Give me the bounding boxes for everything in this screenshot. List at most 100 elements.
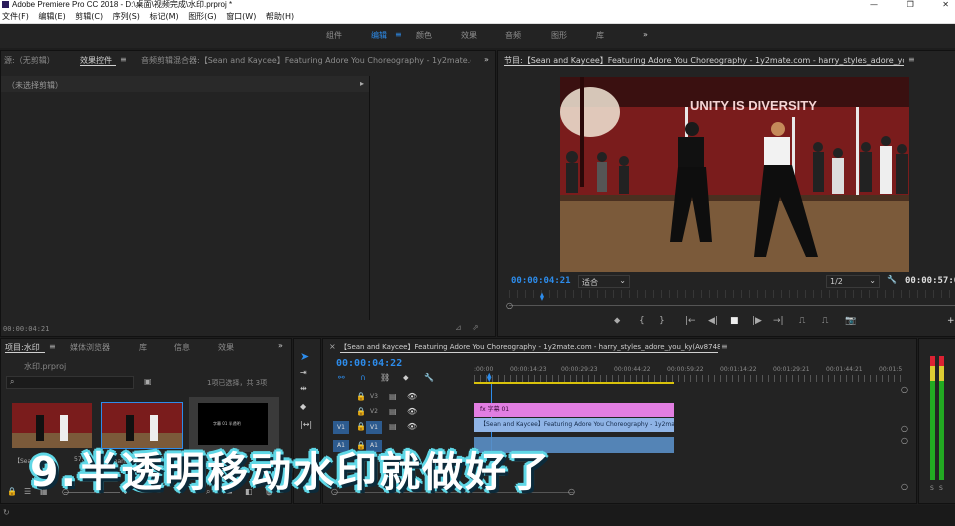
go-to-in-icon[interactable]: |← bbox=[685, 316, 696, 326]
project-overflow-icon[interactable]: » bbox=[278, 341, 283, 350]
go-to-out-icon[interactable]: →| bbox=[773, 316, 784, 326]
vertical-zoom-handle-top[interactable]: ○ bbox=[901, 385, 908, 394]
step-forward-icon[interactable]: |▶ bbox=[752, 316, 762, 326]
menu-window[interactable]: 窗口(W) bbox=[226, 12, 256, 21]
menu-file[interactable]: 文件(F) bbox=[2, 12, 29, 21]
status-icon[interactable]: ↻ bbox=[3, 508, 10, 517]
mark-in-icon[interactable]: { bbox=[639, 316, 645, 326]
menu-edit[interactable]: 编辑(E) bbox=[38, 12, 65, 21]
lock-icon[interactable]: 🔒 bbox=[7, 487, 17, 496]
menu-graphics[interactable]: 图形(G) bbox=[188, 12, 216, 21]
workspace-audio[interactable]: 音频 bbox=[505, 30, 521, 41]
track-eye-v1[interactable]: 👁 bbox=[407, 422, 417, 431]
tab-info[interactable]: 信息 bbox=[174, 342, 190, 353]
resolution-dropdown[interactable]: 1/2 ⌄ bbox=[826, 275, 880, 288]
timeline-timecode[interactable]: 00:00:04:22 bbox=[336, 358, 402, 369]
lift-icon[interactable]: ⎍ bbox=[799, 316, 805, 326]
video-clip-v1[interactable]: 【Sean and Kaycee】Featuring Adore You Cho… bbox=[474, 418, 674, 432]
sequence-menu-icon[interactable]: ≡ bbox=[721, 342, 728, 351]
workspace-assembly[interactable]: 组件 bbox=[326, 30, 342, 41]
track-lock-v2[interactable]: 🔒 bbox=[356, 407, 366, 416]
menu-help[interactable]: 帮助(H) bbox=[266, 12, 294, 21]
track-lock-v3[interactable]: 🔒 bbox=[356, 392, 366, 401]
track-eye-v3[interactable]: 👁 bbox=[407, 392, 417, 401]
timeline-ruler[interactable] bbox=[474, 375, 904, 382]
tab-media-browser[interactable]: 媒体浏览器 bbox=[70, 342, 110, 353]
title-clip-v2[interactable]: fx 字幕 01 bbox=[474, 403, 674, 417]
chevron-down-icon: ⌄ bbox=[869, 276, 876, 285]
solo-left-label[interactable]: S bbox=[930, 485, 934, 492]
workspace-editing[interactable]: 编辑 bbox=[371, 30, 387, 41]
add-button-icon[interactable]: + bbox=[947, 316, 955, 326]
close-button[interactable]: ✕ bbox=[942, 0, 949, 9]
track-lock-v1[interactable]: 🔒 bbox=[356, 422, 366, 431]
menu-markers[interactable]: 标记(M) bbox=[149, 12, 178, 21]
stop-icon[interactable]: ■ bbox=[730, 316, 739, 326]
audio-meter-left bbox=[930, 356, 935, 480]
track-label-v1[interactable]: V1 bbox=[366, 421, 382, 434]
sync-lock-icon-v1[interactable]: ▤ bbox=[389, 422, 397, 431]
program-ruler[interactable] bbox=[509, 290, 955, 298]
project-menu-icon[interactable]: ≡ bbox=[49, 342, 56, 351]
fit-dropdown[interactable]: 适合 ⌄ bbox=[578, 275, 630, 288]
sync-lock-icon-v2[interactable]: ▤ bbox=[389, 407, 397, 416]
timeline-playhead[interactable]: ⧫ bbox=[487, 373, 491, 383]
track-label-v3[interactable]: V3 bbox=[370, 393, 378, 400]
tab-source[interactable]: 源:（无剪辑） bbox=[4, 55, 55, 66]
step-back-icon[interactable]: ◀| bbox=[708, 316, 718, 326]
add-marker-timeline-icon[interactable]: ⬥ bbox=[403, 373, 409, 383]
minimize-button[interactable]: — bbox=[870, 0, 878, 9]
maximize-button[interactable]: ❐ bbox=[907, 0, 914, 9]
vertical-zoom-handle-bot[interactable]: ○ bbox=[901, 436, 908, 445]
new-bin-from-search-icon[interactable]: ▣ bbox=[144, 377, 152, 386]
workspace-graphics[interactable]: 图形 bbox=[551, 30, 567, 41]
sync-lock-icon-v3[interactable]: ▤ bbox=[389, 392, 397, 401]
workspace-color[interactable]: 颜色 bbox=[416, 30, 432, 41]
zoom-handle-left[interactable]: ○ bbox=[506, 301, 513, 310]
source-patch-v1[interactable]: V1 bbox=[333, 421, 349, 434]
tab-libraries[interactable]: 库 bbox=[139, 342, 147, 353]
snap-icon[interactable]: ∩ bbox=[360, 373, 366, 382]
linked-selection-icon[interactable]: ⛓ bbox=[380, 373, 390, 382]
export-frame-icon[interactable]: 📷 bbox=[845, 316, 856, 326]
track-eye-v2[interactable]: 👁 bbox=[407, 407, 417, 416]
wrench-icon[interactable]: 🔧 bbox=[887, 275, 897, 284]
menu-clip[interactable]: 剪辑(C) bbox=[75, 12, 103, 21]
vertical-zoom-handle-mid[interactable]: ○ bbox=[901, 424, 908, 433]
filter-icon[interactable]: ⊿ bbox=[455, 323, 462, 332]
vertical-zoom-handle-end[interactable]: ○ bbox=[901, 482, 908, 491]
add-marker-icon[interactable]: ⬥ bbox=[614, 316, 620, 326]
razor-tool-icon[interactable]: ◆ bbox=[300, 402, 306, 411]
program-video-frame[interactable]: UNITY IS DIVERSITY bbox=[560, 77, 909, 272]
workspace-effects[interactable]: 效果 bbox=[461, 30, 477, 41]
expand-arrow-icon[interactable]: ▸ bbox=[360, 79, 364, 88]
project-search-input[interactable]: ⌕ bbox=[6, 376, 134, 389]
panel-overflow-icon[interactable]: » bbox=[484, 55, 489, 64]
track-label-v2[interactable]: V2 bbox=[370, 408, 378, 415]
tab-audio-clip-mixer[interactable]: 音频剪辑混合器:【Sean and Kaycee】Featuring Adore… bbox=[141, 55, 471, 66]
tab-effects[interactable]: 效果 bbox=[218, 342, 234, 353]
panel-menu-icon[interactable]: ≡ bbox=[120, 55, 127, 64]
timeline-settings-icon[interactable]: 🔧 bbox=[424, 373, 434, 382]
workspace-libraries[interactable]: 库 bbox=[596, 30, 604, 41]
work-area-bar[interactable] bbox=[474, 382, 674, 384]
export-icon[interactable]: ⇗ bbox=[472, 323, 479, 332]
workspace-menu-icon[interactable]: ≡ bbox=[395, 30, 402, 39]
program-timecode[interactable]: 00:00:04:21 bbox=[511, 276, 571, 286]
slip-tool-icon[interactable]: |↔| bbox=[300, 420, 312, 429]
program-zoom-bar[interactable] bbox=[509, 305, 955, 306]
sequence-tab[interactable]: 【Sean and Kaycee】Featuring Adore You Cho… bbox=[340, 342, 720, 352]
track-select-tool-icon[interactable]: ⇥ bbox=[300, 368, 307, 377]
solo-right-label[interactable]: S bbox=[939, 485, 943, 492]
program-menu-icon[interactable]: ≡ bbox=[908, 55, 915, 64]
ripple-edit-tool-icon[interactable]: ⇹ bbox=[300, 384, 307, 393]
mark-out-icon[interactable]: } bbox=[659, 316, 665, 326]
program-playhead[interactable]: ⧫ bbox=[540, 292, 544, 301]
horizontal-zoom-right[interactable]: ○ bbox=[568, 487, 575, 496]
extract-icon[interactable]: ⎍ bbox=[822, 316, 828, 326]
insert-overwrite-icon[interactable]: ⚯ bbox=[338, 373, 345, 382]
selection-tool-icon[interactable]: ➤ bbox=[300, 350, 309, 363]
menu-sequence[interactable]: 序列(S) bbox=[113, 12, 140, 21]
close-sequence-icon[interactable]: × bbox=[329, 342, 336, 351]
workspace-overflow-icon[interactable]: » bbox=[643, 30, 648, 39]
